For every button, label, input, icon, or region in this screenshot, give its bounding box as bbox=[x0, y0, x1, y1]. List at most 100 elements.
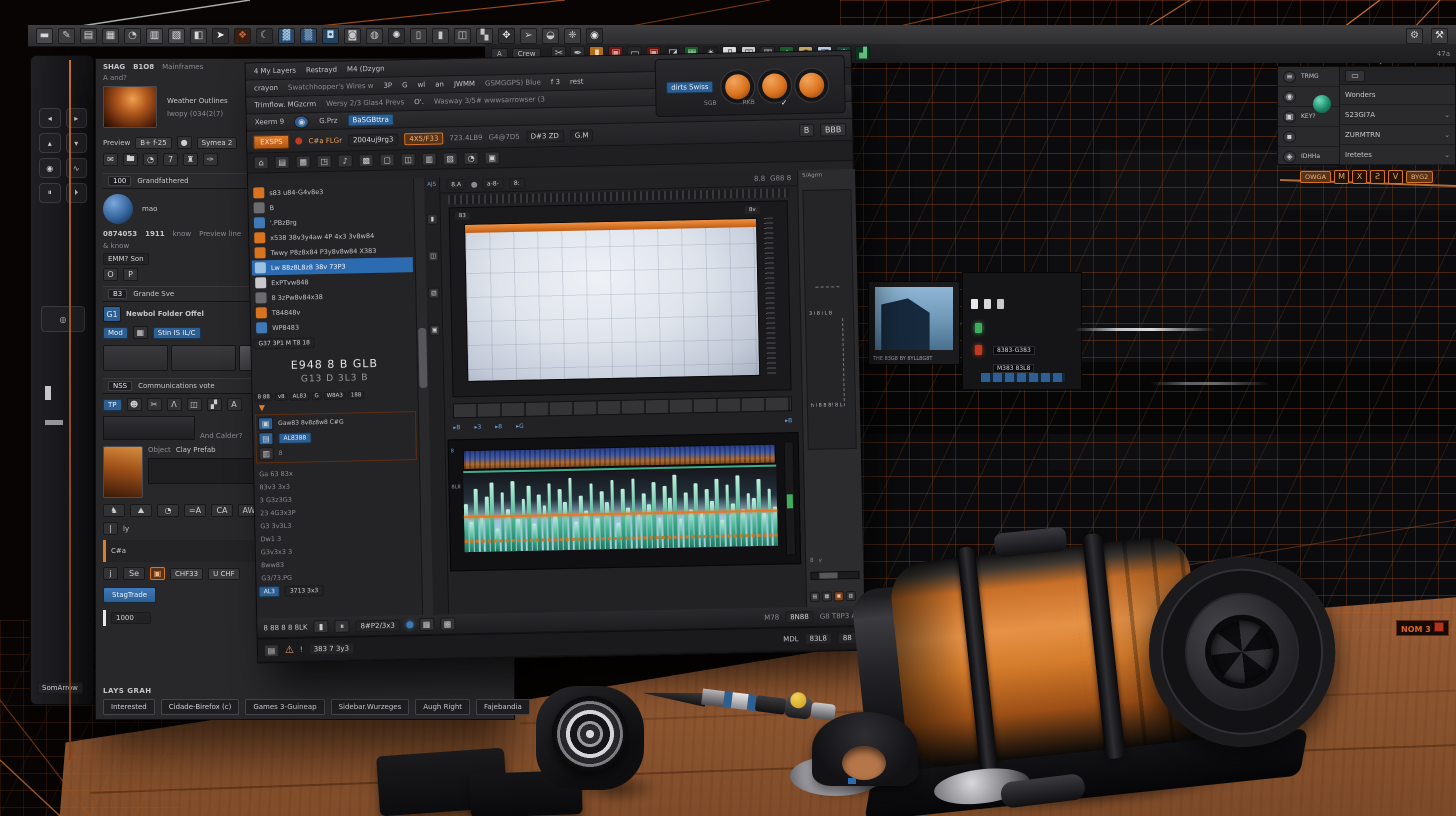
menu-crayon[interactable]: crayon bbox=[254, 84, 278, 92]
plugin-icon[interactable]: ❖ bbox=[234, 28, 251, 44]
stagtrade-button[interactable]: StagTrade bbox=[103, 587, 156, 603]
material-thumbnail[interactable] bbox=[103, 86, 157, 128]
vp-chip-3[interactable]: 8: bbox=[509, 178, 525, 189]
dark-thumbnail[interactable] bbox=[103, 416, 195, 440]
footer-button[interactable]: Interested bbox=[103, 699, 155, 715]
status-r1[interactable]: 83L8 bbox=[804, 632, 832, 645]
slim-icon-2[interactable]: ◫ bbox=[428, 251, 439, 262]
knob-1[interactable] bbox=[725, 74, 751, 100]
noise-blue-icon[interactable]: ▒ bbox=[300, 28, 317, 44]
move-icon[interactable]: ✥ bbox=[498, 28, 515, 44]
mini-chip[interactable]: G bbox=[311, 392, 321, 400]
menu-m4[interactable]: M4 (Dzygn bbox=[347, 65, 385, 74]
app-menu-icon[interactable]: ▬ bbox=[36, 28, 53, 44]
byg-chip[interactable]: BYG2 bbox=[1406, 171, 1433, 183]
bar-icon[interactable]: ▮ bbox=[432, 28, 449, 44]
app-toolbar-icon[interactable]: ▩ bbox=[359, 154, 374, 167]
app-toolbar-icon[interactable]: ▦ bbox=[296, 155, 311, 168]
emm-chip[interactable]: EMM? Son bbox=[103, 253, 149, 265]
tab-b1o8[interactable]: B1O8 bbox=[133, 63, 154, 71]
menu-restrayd[interactable]: Restrayd bbox=[306, 66, 337, 75]
rp-icon[interactable]: ▦ bbox=[822, 591, 832, 601]
vp-chip-2[interactable]: a-8- bbox=[482, 178, 504, 189]
app-toolbar-icon[interactable]: ◫ bbox=[401, 153, 416, 166]
record-icon[interactable]: ◉ bbox=[586, 28, 603, 44]
app-toolbar-icon[interactable]: ▧ bbox=[443, 152, 458, 165]
blue-layer-icon[interactable]: ▣ bbox=[258, 417, 273, 430]
mask-icon[interactable]: ◘ bbox=[322, 28, 339, 44]
checker-icon[interactable]: ▚ bbox=[476, 28, 493, 44]
preview-chip-2[interactable]: Symea 2 bbox=[197, 137, 238, 149]
menu-gsmggps[interactable]: GSMGGPS) Blue bbox=[485, 78, 541, 87]
filmstrip-tile[interactable] bbox=[171, 345, 236, 371]
green-dark-icon[interactable]: ▟ bbox=[855, 46, 870, 61]
menu-rest[interactable]: rest bbox=[570, 78, 584, 86]
tab-mainframes[interactable]: Mainframes bbox=[162, 63, 203, 71]
tool-icon[interactable]: ◔ bbox=[143, 153, 158, 166]
float-left-row[interactable]: ≡ TRMG bbox=[1278, 67, 1339, 87]
material-sphere[interactable] bbox=[103, 194, 133, 224]
tool-icon[interactable]: ♜ bbox=[183, 153, 198, 166]
slim-icon-1[interactable]: ▮ bbox=[427, 214, 438, 225]
orange-button[interactable]: X bbox=[1352, 170, 1367, 184]
cp-icon[interactable]: ◫ bbox=[187, 398, 202, 411]
transport-frames-icon[interactable]: ▩ bbox=[440, 617, 455, 630]
sphere-icon[interactable]: ◍ bbox=[366, 28, 383, 44]
chf-b[interactable]: Se bbox=[123, 567, 145, 580]
snow-icon[interactable]: ❈ bbox=[564, 28, 581, 44]
float-left-row[interactable]: ▪ bbox=[1278, 127, 1339, 147]
status-grid-icon[interactable]: ▤ bbox=[264, 644, 279, 657]
menu-3p[interactable]: 3P bbox=[383, 82, 392, 90]
frame-icon[interactable]: ▯ bbox=[410, 28, 427, 44]
footer-button[interactable]: Sidebar.Wurzeges bbox=[331, 699, 410, 715]
toolbar-chip-3[interactable]: G.M bbox=[570, 129, 594, 141]
history-icon[interactable]: ◔ bbox=[124, 28, 141, 44]
device-button[interactable]: ⏸ bbox=[39, 183, 61, 203]
split-view-icon[interactable]: ▧ bbox=[168, 28, 185, 44]
record-dot[interactable] bbox=[295, 137, 302, 144]
mini-chip[interactable]: W8A3 bbox=[324, 392, 346, 400]
curve-area[interactable]: 3 i 8 i L 8 h i 8 8 8! 8 L bbox=[802, 189, 856, 450]
orange-caret-icon[interactable]: ▼ bbox=[259, 400, 416, 412]
zn-icon[interactable]: ▞ bbox=[207, 398, 222, 411]
vp-chip-1[interactable]: 8.A bbox=[446, 179, 466, 190]
toolbar-orange-chip[interactable]: 4X5/F33 bbox=[404, 132, 443, 145]
list-item-s23gi7a[interactable]: S23GI7A ⌄ bbox=[1340, 105, 1455, 125]
object-thumbnail[interactable] bbox=[103, 446, 143, 498]
knob-3[interactable] bbox=[799, 72, 825, 98]
tool-button[interactable]: ◔ bbox=[157, 504, 179, 517]
waveform-scrollbar-thumb[interactable] bbox=[787, 494, 793, 508]
low-chip-b[interactable]: 3713 3x3 bbox=[285, 585, 324, 597]
transport-r2[interactable]: 8N88 bbox=[785, 610, 814, 623]
mini-chip[interactable]: 188 bbox=[348, 391, 365, 399]
chf-a[interactable]: j bbox=[103, 567, 118, 580]
teal-material-sphere[interactable] bbox=[1313, 95, 1331, 113]
float-left-row[interactable]: ▣ KEY? bbox=[1278, 107, 1339, 127]
emm-icon[interactable]: P bbox=[123, 268, 138, 281]
menu-g[interactable]: G bbox=[402, 81, 408, 89]
waveform-scrollbar[interactable] bbox=[784, 441, 796, 555]
edit-icon[interactable]: ✎ bbox=[58, 28, 75, 44]
filmstrip-tile[interactable] bbox=[103, 345, 168, 371]
mini-chip[interactable]: 8 88 bbox=[255, 393, 273, 401]
check-mark[interactable]: ✓ bbox=[781, 98, 788, 107]
toolbar-chip-2[interactable]: D#3 ZD bbox=[526, 129, 564, 142]
app-toolbar-icon[interactable]: ⌂ bbox=[254, 156, 269, 169]
value-field[interactable]: 1000 bbox=[111, 612, 151, 624]
transport-pause-icon[interactable]: ⏸ bbox=[334, 620, 349, 633]
rp-icon-orange[interactable]: ▣ bbox=[834, 591, 844, 601]
blue-orb-icon[interactable]: ◉ bbox=[294, 115, 309, 128]
grid-chip[interactable]: ▦ bbox=[133, 326, 148, 339]
list-item-iretetes[interactable]: Iretetes ⌄ bbox=[1340, 145, 1455, 165]
menu-f3[interactable]: f 3 bbox=[551, 78, 560, 86]
menu-o[interactable]: O'. bbox=[414, 98, 424, 106]
send-icon[interactable]: ➤ bbox=[212, 28, 229, 44]
orange-button[interactable]: M bbox=[1334, 170, 1349, 184]
chf-d[interactable]: U CHF bbox=[208, 568, 240, 580]
panels-icon[interactable]: ▤ bbox=[80, 28, 97, 44]
slim-icon-3[interactable]: ▤ bbox=[428, 288, 439, 299]
float-header-chip[interactable]: ▭ bbox=[1345, 70, 1365, 82]
menu-swatchhopper[interactable]: Swatchhopper's Wires w bbox=[288, 82, 374, 92]
menu-jwmm[interactable]: JWMM bbox=[454, 80, 475, 88]
tool-icon[interactable]: 🖿 bbox=[123, 153, 138, 166]
